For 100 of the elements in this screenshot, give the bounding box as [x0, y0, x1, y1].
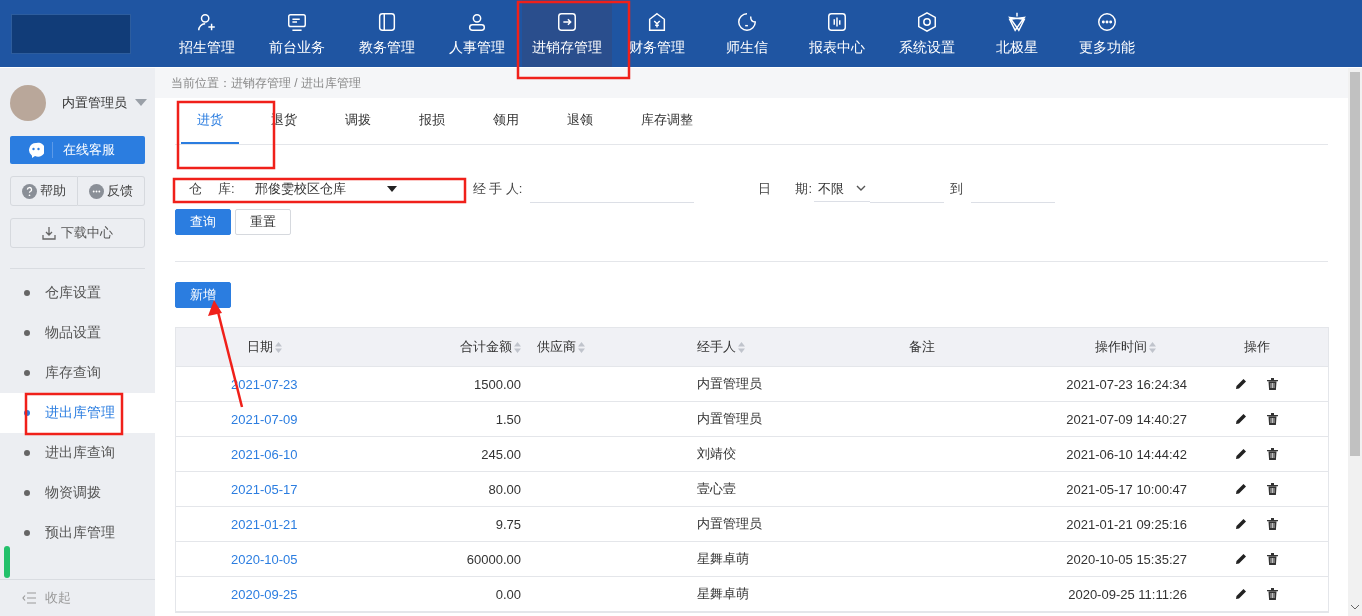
avatar	[10, 85, 46, 121]
nav-icon	[826, 10, 848, 33]
table-cell: 1.50	[495, 411, 521, 427]
column-header[interactable]: 合计金额	[460, 338, 521, 356]
nav-tab[interactable]: 系统设置	[882, 0, 972, 67]
table-cell: 刘靖佼	[697, 445, 736, 463]
table-cell: 2021-07-09 14:40:27	[1066, 411, 1187, 427]
table-cell: 9.75	[495, 516, 521, 532]
edit-icon[interactable]	[1235, 588, 1247, 600]
column-header[interactable]: 备注	[909, 338, 935, 356]
sidebar-menu-item[interactable]: 预出库管理	[0, 513, 155, 553]
nav-tab[interactable]: 进销存管理	[522, 0, 612, 67]
tab[interactable]: 报损	[403, 98, 461, 144]
user-name[interactable]: 内置管理员	[62, 94, 127, 112]
table-cell: 星舞卓萌	[697, 585, 749, 603]
sidebar-menu-item[interactable]: 进出库管理	[0, 393, 155, 433]
download-icon	[42, 226, 56, 240]
nav-icon	[736, 10, 758, 33]
edit-icon[interactable]	[1235, 518, 1247, 530]
delete-icon[interactable]	[1267, 553, 1278, 565]
nav-tab[interactable]: 招生管理	[162, 0, 252, 67]
sidebar-menu-item[interactable]: 物资调拨	[0, 473, 155, 513]
online-service-button[interactable]: 在线客服	[10, 136, 145, 164]
edit-icon[interactable]	[1235, 483, 1247, 495]
column-header[interactable]: 经手人	[697, 338, 745, 356]
table-cell: 2021-07-23 16:24:34	[1066, 376, 1187, 392]
tab[interactable]: 库存调整	[625, 98, 709, 144]
date-link[interactable]: 2021-05-17	[231, 481, 298, 497]
delete-icon[interactable]	[1267, 448, 1278, 460]
table-cell: 内置管理员	[697, 410, 762, 428]
nav-tab[interactable]: 教务管理	[342, 0, 432, 67]
scrollbar[interactable]	[1348, 68, 1362, 616]
date-to-label: 到	[950, 180, 964, 198]
nav-tab[interactable]: 北极星	[972, 0, 1062, 67]
scroll-down-icon[interactable]	[1350, 604, 1360, 610]
table-cell: 2021-05-17 10:00:47	[1066, 481, 1187, 497]
date-label: 期:	[795, 180, 813, 198]
column-header[interactable]: 操作	[1243, 338, 1270, 356]
nav-tab[interactable]: 师生信	[702, 0, 792, 67]
nav-icon	[376, 10, 398, 33]
table-cell: 内置管理员	[697, 375, 762, 393]
handler-label: 经 手 人:	[472, 180, 523, 198]
table-cell: 0.00	[495, 586, 521, 602]
nav-icon	[916, 10, 938, 33]
table-cell: 2020-10-05 15:35:27	[1066, 551, 1187, 567]
delete-icon[interactable]	[1267, 588, 1278, 600]
nav-icon	[1006, 10, 1028, 33]
edit-icon[interactable]	[1235, 378, 1247, 390]
column-header[interactable]: 供应商	[537, 338, 585, 356]
tab[interactable]: 退领	[551, 98, 609, 144]
table-cell: 星舞卓萌	[697, 550, 749, 568]
table-cell: 2021-06-10 14:44:42	[1066, 446, 1187, 462]
column-header[interactable]: 日期	[247, 338, 282, 356]
table-cell: 壹心壹	[697, 480, 736, 498]
date-link[interactable]: 2020-10-05	[231, 551, 298, 567]
warehouse-select[interactable]: 邢俊雯校区仓库	[246, 176, 403, 202]
breadcrumb: 当前位置：进销存管理 / 进出库管理	[171, 74, 361, 92]
delete-icon[interactable]	[1267, 483, 1278, 495]
add-button[interactable]: 新增	[175, 282, 231, 308]
table-cell: 60000.00	[466, 551, 521, 567]
delete-icon[interactable]	[1267, 378, 1278, 390]
edit-icon[interactable]	[1235, 553, 1247, 565]
query-button[interactable]: 查询	[175, 209, 231, 235]
collapse-icon	[22, 592, 36, 604]
table-cell: 80.00	[488, 481, 521, 497]
date-link[interactable]: 2021-07-09	[231, 411, 298, 427]
table-cell: 2021-01-21 09:25:16	[1066, 516, 1187, 532]
chat-icon	[28, 142, 44, 158]
sidebar-menu-item[interactable]: 物品设置	[0, 313, 155, 353]
nav-tab[interactable]: 更多功能	[1062, 0, 1152, 67]
nav-tab[interactable]: 财务管理	[612, 0, 702, 67]
date-label: 日	[758, 180, 772, 198]
edit-icon[interactable]	[1235, 413, 1247, 425]
sidebar-menu-item[interactable]: 进出库查询	[0, 433, 155, 473]
feedback-icon	[89, 183, 104, 199]
reset-button[interactable]: 重置	[235, 209, 291, 235]
help-button[interactable]: 帮助	[10, 176, 78, 206]
date-link[interactable]: 2021-01-21	[231, 516, 298, 532]
edit-icon[interactable]	[1235, 448, 1247, 460]
date-link[interactable]: 2020-09-25	[231, 586, 298, 602]
tab[interactable]: 调拨	[329, 98, 387, 144]
delete-icon[interactable]	[1267, 518, 1278, 530]
nav-tab[interactable]: 前台业务	[252, 0, 342, 67]
sidebar-menu-item[interactable]: 库存查询	[0, 353, 155, 393]
tab[interactable]: 进货	[181, 98, 239, 144]
nav-icon	[646, 10, 668, 33]
column-header[interactable]: 操作时间	[1095, 338, 1156, 356]
date-link[interactable]: 2021-06-10	[231, 446, 298, 462]
nav-tab[interactable]: 报表中心	[792, 0, 882, 67]
delete-icon[interactable]	[1267, 413, 1278, 425]
warehouse-label: 仓	[189, 180, 202, 198]
help-icon	[22, 183, 37, 199]
sidebar-menu-item[interactable]: 仓库设置	[0, 273, 155, 313]
table-cell: 1500.00	[474, 376, 521, 392]
nav-tab[interactable]: 人事管理	[432, 0, 522, 67]
warehouse-label: 库:	[218, 180, 235, 198]
download-center-button[interactable]: 下载中心	[10, 218, 145, 248]
feedback-button[interactable]: 反馈	[78, 176, 145, 206]
scroll-indicator	[4, 546, 10, 578]
tab[interactable]: 领用	[477, 98, 535, 144]
